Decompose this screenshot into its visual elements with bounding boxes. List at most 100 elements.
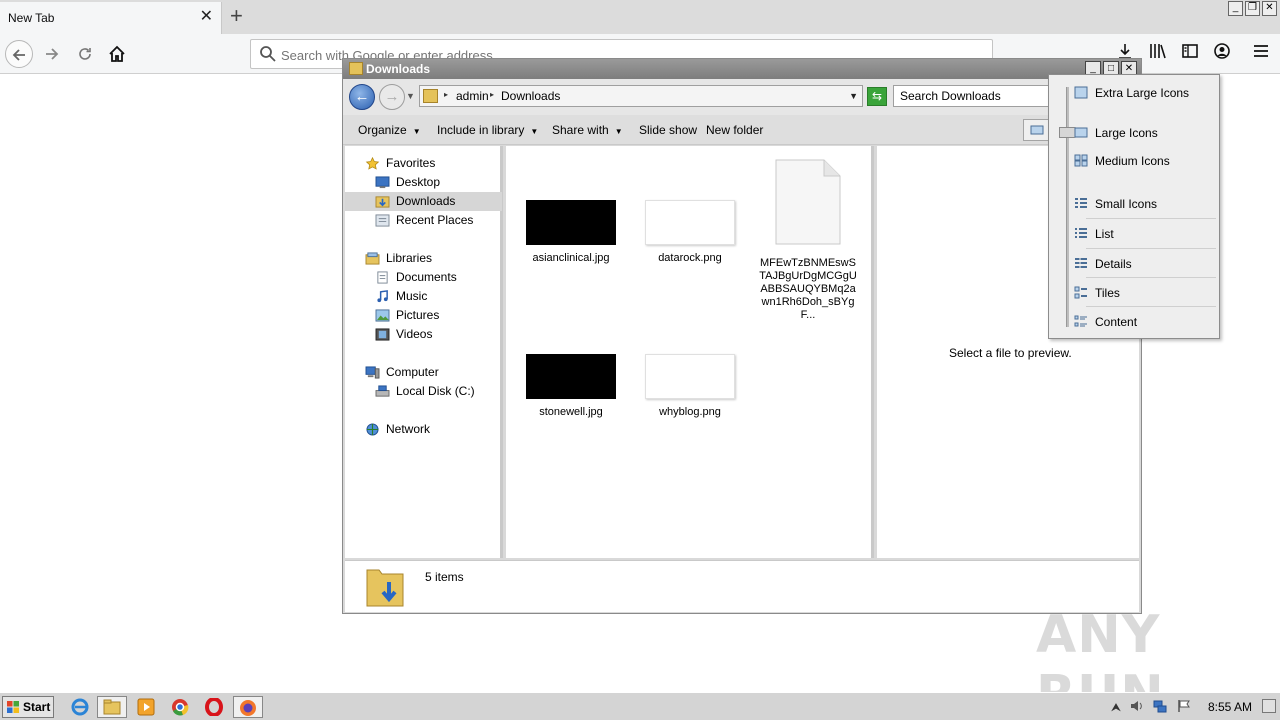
- nav-local-disk[interactable]: Local Disk (C:): [375, 382, 495, 401]
- taskbar-firefox[interactable]: [233, 696, 263, 718]
- nav-computer-label: Computer: [386, 365, 439, 379]
- view-medium-icons[interactable]: Medium Icons: [1074, 153, 1170, 169]
- caret-down-icon: ▼: [530, 127, 539, 136]
- share-with-button[interactable]: Share with ▼: [552, 123, 623, 137]
- refresh-button[interactable]: ⇆: [867, 87, 887, 106]
- show-desktop-button[interactable]: [1262, 699, 1276, 713]
- tray-expand-icon[interactable]: ⮝: [1108, 699, 1124, 715]
- view-size-slider-track[interactable]: [1066, 87, 1069, 327]
- taskbar-opera[interactable]: [199, 696, 229, 718]
- nav-music[interactable]: Music: [375, 287, 495, 306]
- pictures-icon: [375, 309, 390, 322]
- nav-videos[interactable]: Videos: [375, 325, 495, 344]
- nav-pictures[interactable]: Pictures: [375, 306, 495, 325]
- view-small-icons[interactable]: Small Icons: [1075, 196, 1157, 212]
- change-view-button[interactable]: [1023, 119, 1051, 141]
- slide-show-button[interactable]: Slide show: [639, 123, 697, 137]
- file-item[interactable]: whyblog.png: [635, 354, 745, 419]
- nav-libraries[interactable]: Libraries: [365, 249, 495, 268]
- close-window-button[interactable]: ✕: [1262, 1, 1277, 16]
- file-item[interactable]: MFEwTzBNMEswSTAJBgUrDgMCGgUABBSAUQYBMq2a…: [753, 158, 863, 322]
- forward-button[interactable]: [38, 40, 66, 68]
- breadcrumb-downloads[interactable]: Downloads: [501, 89, 560, 103]
- volume-icon[interactable]: [1129, 699, 1145, 715]
- explorer-title-bar[interactable]: Downloads _ □ ✕: [343, 59, 1141, 79]
- nav-documents[interactable]: Documents: [375, 268, 495, 287]
- account-icon[interactable]: [1211, 43, 1233, 65]
- star-icon: [365, 157, 380, 170]
- nav-music-label: Music: [396, 289, 428, 303]
- new-folder-button[interactable]: New folder: [706, 123, 763, 137]
- action-center-flag-icon[interactable]: [1176, 699, 1192, 715]
- file-name: whyblog.png: [659, 406, 721, 418]
- back-button[interactable]: [5, 40, 33, 68]
- file-name: datarock.png: [658, 252, 722, 264]
- taskbar-chrome[interactable]: [165, 696, 195, 718]
- music-icon: [377, 290, 388, 303]
- menu-icon[interactable]: [1250, 43, 1272, 65]
- opera-icon: [205, 697, 223, 717]
- view-content[interactable]: Content: [1074, 314, 1137, 330]
- include-in-library-button[interactable]: Include in library ▼: [437, 123, 538, 137]
- restore-button[interactable]: ❐: [1245, 1, 1260, 16]
- nav-favorites[interactable]: Favorites: [365, 154, 495, 173]
- minimize-button[interactable]: _: [1228, 1, 1243, 16]
- reload-button[interactable]: [71, 40, 99, 68]
- file-item[interactable]: datarock.png: [635, 200, 745, 265]
- nav-desktop[interactable]: Desktop: [375, 173, 495, 192]
- file-item[interactable]: asianclinical.jpg: [516, 200, 626, 265]
- recent-places-icon: [375, 214, 390, 227]
- tab-close-icon[interactable]: ✕: [200, 8, 213, 26]
- breadcrumb-arrow-icon[interactable]: ▸: [444, 90, 448, 99]
- view-large-icons[interactable]: Large Icons: [1074, 125, 1158, 141]
- breadcrumb-arrow-icon[interactable]: ▸: [490, 90, 494, 99]
- taskbar-clock[interactable]: 8:55 AM: [1208, 700, 1252, 714]
- image-thumbnail: [645, 200, 735, 245]
- recent-pages-dropdown-icon[interactable]: ▼: [406, 91, 415, 101]
- extra-large-icons-icon: [1074, 86, 1088, 99]
- computer-icon: [365, 366, 380, 379]
- caret-down-icon: ▼: [614, 127, 623, 136]
- nav-downloads[interactable]: Downloads: [345, 192, 502, 211]
- arrow-right-icon: [46, 48, 59, 60]
- view-tiles[interactable]: Tiles: [1074, 285, 1120, 301]
- view-item-label: Medium Icons: [1095, 154, 1170, 168]
- nav-network[interactable]: Network: [365, 420, 495, 439]
- search-downloads-input[interactable]: [893, 85, 1053, 107]
- libraries-icon: [365, 252, 380, 265]
- address-dropdown-icon[interactable]: ▼: [849, 91, 858, 101]
- taskbar-internet-explorer[interactable]: [65, 696, 95, 718]
- address-bar[interactable]: ▸ admin ▸ Downloads ▼: [419, 85, 863, 107]
- new-tab-button[interactable]: +: [230, 2, 243, 30]
- view-item-label: List: [1095, 227, 1114, 241]
- explorer-back-button[interactable]: ←: [349, 84, 375, 110]
- address-row: ← → ▼ ▸ admin ▸ Downloads ▼ ⇆: [343, 79, 1141, 115]
- home-button[interactable]: [103, 40, 131, 68]
- view-extra-large-icons[interactable]: Extra Large Icons: [1074, 85, 1190, 101]
- network-tray-icon[interactable]: [1152, 699, 1168, 715]
- explorer-forward-button[interactable]: →: [379, 84, 405, 110]
- details-pane: 5 items: [345, 560, 1139, 612]
- image-thumbnail: [645, 354, 735, 399]
- nav-recent-places[interactable]: Recent Places: [375, 211, 495, 230]
- nav-computer[interactable]: Computer: [365, 363, 495, 382]
- firefox-icon: [240, 700, 256, 716]
- library-icon[interactable]: [1147, 43, 1169, 65]
- content-view-icon: [1074, 315, 1087, 327]
- taskbar-media-player[interactable]: [131, 696, 161, 718]
- image-thumbnail: [526, 200, 616, 245]
- breadcrumb-admin[interactable]: admin: [456, 89, 489, 103]
- organize-button[interactable]: Organize ▼: [358, 123, 421, 137]
- hard-drive-icon: [375, 385, 390, 397]
- file-item[interactable]: stonewell.jpg: [516, 354, 626, 419]
- chrome-icon: [172, 699, 189, 716]
- taskbar-explorer[interactable]: [97, 696, 127, 718]
- view-list[interactable]: List: [1075, 226, 1114, 242]
- view-item-label: Extra Large Icons: [1095, 86, 1190, 100]
- start-button[interactable]: Start: [2, 696, 54, 718]
- view-details[interactable]: Details: [1075, 256, 1132, 272]
- sidebar-icon[interactable]: [1179, 43, 1201, 65]
- include-label: Include in library: [437, 123, 525, 137]
- home-icon: [109, 45, 125, 62]
- tab-new-tab[interactable]: New Tab ✕: [0, 2, 222, 34]
